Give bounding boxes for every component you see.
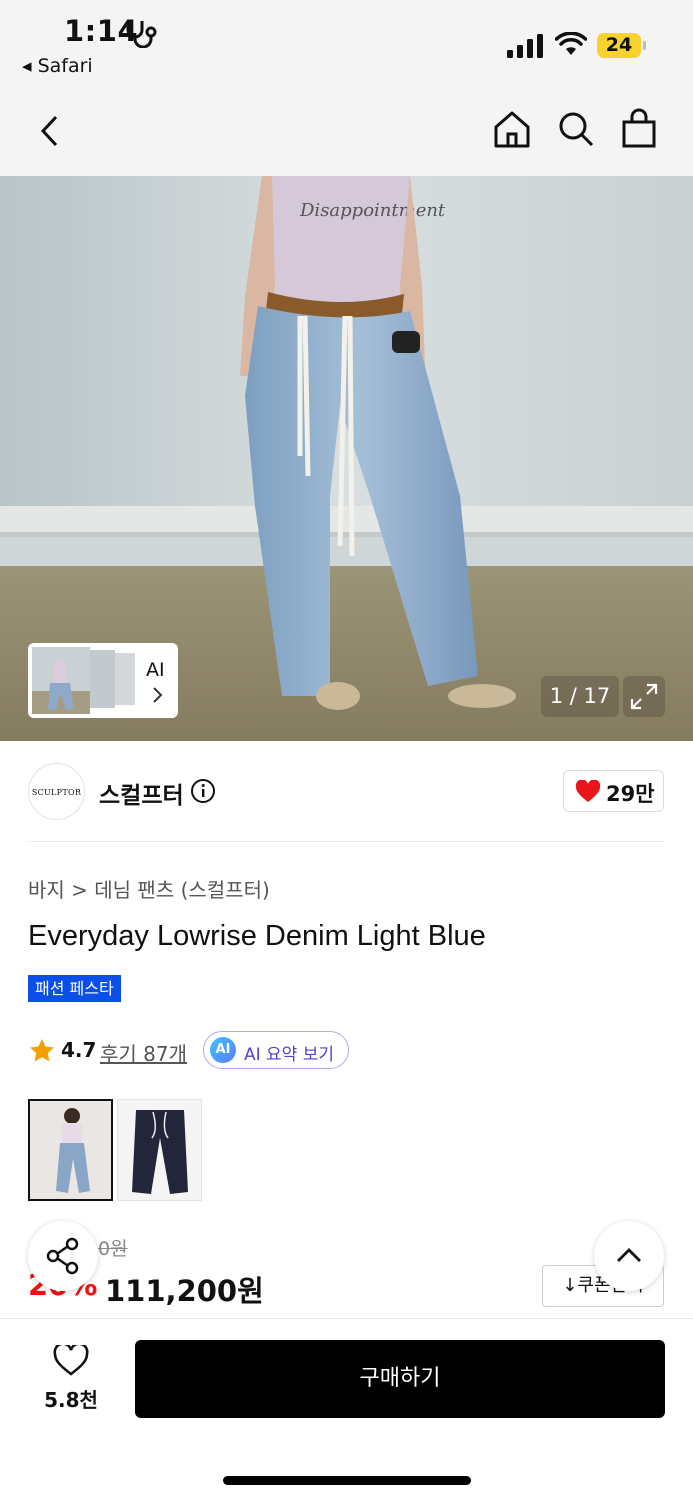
wishlist-count: 5.8천 — [44, 1388, 98, 1412]
heart-filled-icon — [575, 780, 601, 802]
wifi-icon — [555, 32, 587, 55]
battery-level: 24 — [597, 33, 641, 58]
brand-name[interactable]: 스컬프터 — [99, 776, 184, 810]
expand-button[interactable] — [623, 676, 665, 717]
original-price: 0원 — [98, 1238, 128, 1260]
gallery-thumbnails-card[interactable]: AI — [28, 643, 178, 718]
ai-summary-label: AI 요약 보기 — [244, 1045, 335, 1065]
fashion-festa-badge: 패션 페스타 — [28, 975, 121, 1002]
rating-value: 4.7 — [61, 1038, 97, 1062]
back-to-safari-link[interactable]: ◂ Safari — [22, 55, 93, 77]
color-option-light-blue[interactable] — [28, 1099, 113, 1201]
brand-like-count: 29만 — [606, 782, 655, 806]
stethoscope-icon — [126, 21, 157, 48]
divider — [28, 841, 665, 842]
buy-button[interactable]: 구매하기 — [135, 1340, 665, 1418]
scroll-to-top-button[interactable] — [594, 1221, 664, 1291]
brand-like-button[interactable]: 29만 — [563, 770, 664, 812]
battery-nub — [643, 41, 646, 50]
product-title: Everyday Lowrise Denim Light Blue — [28, 920, 486, 952]
reviews-link[interactable]: 후기 87개 — [100, 1038, 187, 1067]
chevron-up-icon — [617, 1248, 641, 1262]
info-icon[interactable] — [190, 778, 216, 804]
ai-label: AI — [146, 659, 165, 681]
top-navigation — [0, 90, 693, 176]
color-option-dark-navy[interactable] — [117, 1099, 202, 1201]
share-button[interactable] — [28, 1221, 98, 1291]
expand-icon — [630, 683, 658, 710]
sale-price: 111,200원 — [105, 1274, 264, 1308]
shopping-bag-icon[interactable] — [621, 108, 657, 148]
share-icon — [46, 1237, 79, 1275]
wishlist-button[interactable] — [38, 1342, 104, 1381]
svg-text:Disappointment: Disappointment — [299, 200, 446, 221]
back-icon[interactable] — [38, 114, 62, 148]
chevron-right-icon — [153, 687, 163, 703]
home-indicator — [223, 1476, 471, 1485]
ai-badge-icon: AI — [210, 1037, 236, 1063]
thumbnail-stack — [32, 647, 135, 714]
cellular-signal-icon — [507, 34, 543, 58]
ai-summary-button[interactable]: AI AI 요약 보기 — [203, 1031, 349, 1069]
search-icon[interactable] — [557, 110, 595, 148]
status-bar: 1:14 ◂ Safari 24 — [0, 0, 693, 90]
image-counter: 1 / 17 — [541, 676, 619, 717]
star-icon — [30, 1039, 54, 1062]
light-blue-thumbnail — [30, 1101, 111, 1199]
dark-navy-thumbnail — [118, 1100, 201, 1200]
breadcrumb[interactable]: 바지 > 데님 팬츠 (스컬프터) — [28, 874, 270, 903]
heart-outline-icon — [53, 1342, 89, 1376]
brand-logo[interactable]: SCULPTOR — [28, 763, 85, 820]
home-icon[interactable] — [493, 110, 531, 148]
